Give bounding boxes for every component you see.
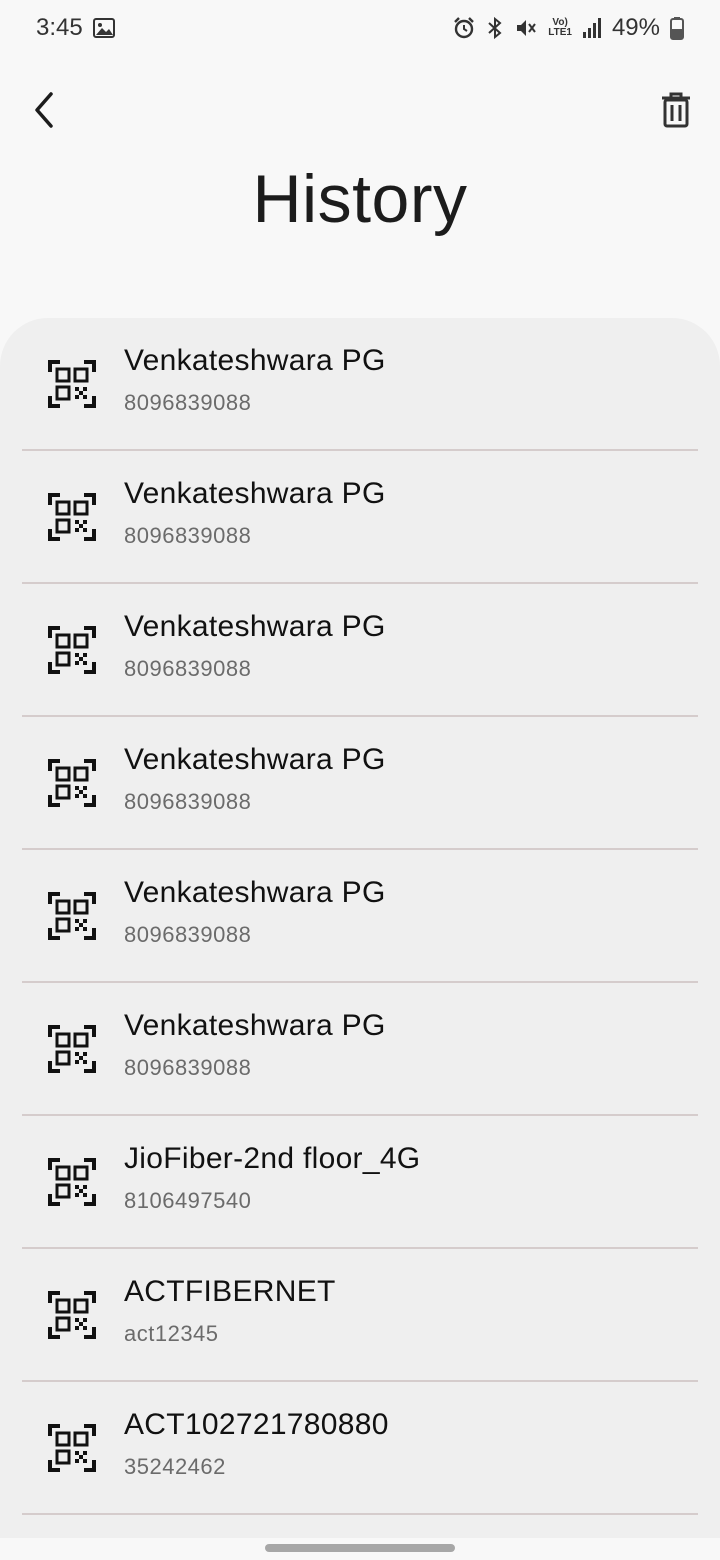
back-button[interactable] — [20, 86, 68, 134]
qr-code-icon — [48, 1291, 96, 1339]
history-list: Venkateshwara PG 8096839088 Venkateshwar… — [0, 318, 720, 1515]
status-left: 3:45 — [36, 14, 115, 42]
history-item[interactable]: JioFiber-2nd floor_4G 8106497540 — [22, 1116, 698, 1249]
home-gesture-bar[interactable] — [265, 1544, 455, 1552]
bluetooth-icon — [486, 16, 504, 40]
history-item-subtitle: 8096839088 — [124, 789, 252, 814]
history-item-title: JioFiber-2nd floor_4G — [124, 1142, 421, 1175]
qr-code-icon — [48, 1158, 96, 1206]
history-item-subtitle: 8106497540 — [124, 1188, 252, 1213]
history-item-title: ACT102721780880 — [124, 1408, 389, 1441]
history-item[interactable]: Venkateshwara PG 8096839088 — [22, 850, 698, 983]
history-item[interactable]: Venkateshwara PG 8096839088 — [22, 584, 698, 717]
qr-code-icon — [48, 892, 96, 940]
qr-code-icon — [48, 493, 96, 541]
history-item-title: Venkateshwara PG — [124, 743, 386, 776]
trash-icon — [662, 92, 690, 128]
qr-code-icon — [48, 360, 96, 408]
history-list-card: Venkateshwara PG 8096839088 Venkateshwar… — [0, 318, 720, 1538]
gallery-notification-icon — [92, 18, 115, 38]
history-item-subtitle: 35242462 — [124, 1454, 226, 1479]
toolbar — [0, 80, 720, 140]
history-item-title: Venkateshwara PG — [124, 876, 386, 909]
history-item[interactable]: Venkateshwara PG 8096839088 — [22, 451, 698, 584]
qr-code-icon — [48, 1025, 96, 1073]
history-item-title: Venkateshwara PG — [124, 610, 386, 643]
qr-code-icon — [48, 626, 96, 674]
history-item-subtitle: 8096839088 — [124, 656, 252, 681]
history-item-subtitle: 8096839088 — [124, 1055, 252, 1080]
volte-lte-icon: Vo) LTE1 — [548, 18, 572, 38]
status-right: Vo) LTE1 49% — [452, 14, 684, 42]
history-item[interactable]: Venkateshwara PG 8096839088 — [22, 717, 698, 850]
history-item[interactable]: ACT102721780880 35242462 — [22, 1382, 698, 1515]
qr-code-icon — [48, 759, 96, 807]
battery-icon — [670, 16, 684, 40]
status-bar: 3:45 Vo) LTE1 49% — [0, 0, 720, 56]
history-item-title: Venkateshwara PG — [124, 344, 386, 377]
history-item-title: Venkateshwara PG — [124, 477, 386, 510]
signal-icon — [582, 17, 602, 39]
history-item-title: Venkateshwara PG — [124, 1009, 386, 1042]
alarm-icon — [452, 16, 476, 40]
battery-percent: 49% — [611, 14, 660, 41]
page-title: History — [252, 161, 468, 237]
history-item-subtitle: 8096839088 — [124, 922, 252, 947]
history-item[interactable]: Venkateshwara PG 8096839088 — [22, 318, 698, 451]
delete-all-button[interactable] — [652, 86, 700, 134]
back-arrow-icon — [35, 92, 53, 128]
history-item-title: ACTFIBERNET — [124, 1275, 336, 1308]
navigation-bar — [0, 1538, 720, 1560]
history-item-subtitle: 8096839088 — [124, 390, 252, 415]
history-item[interactable]: ACTFIBERNET act12345 — [22, 1249, 698, 1382]
status-time: 3:45 — [36, 14, 83, 41]
history-item[interactable]: Venkateshwara PG 8096839088 — [22, 983, 698, 1116]
lte-label: LTE1 — [548, 27, 572, 38]
qr-code-icon — [48, 1424, 96, 1472]
history-item-subtitle: 8096839088 — [124, 523, 252, 548]
mute-icon — [514, 16, 538, 40]
history-item-subtitle: act12345 — [124, 1321, 219, 1346]
